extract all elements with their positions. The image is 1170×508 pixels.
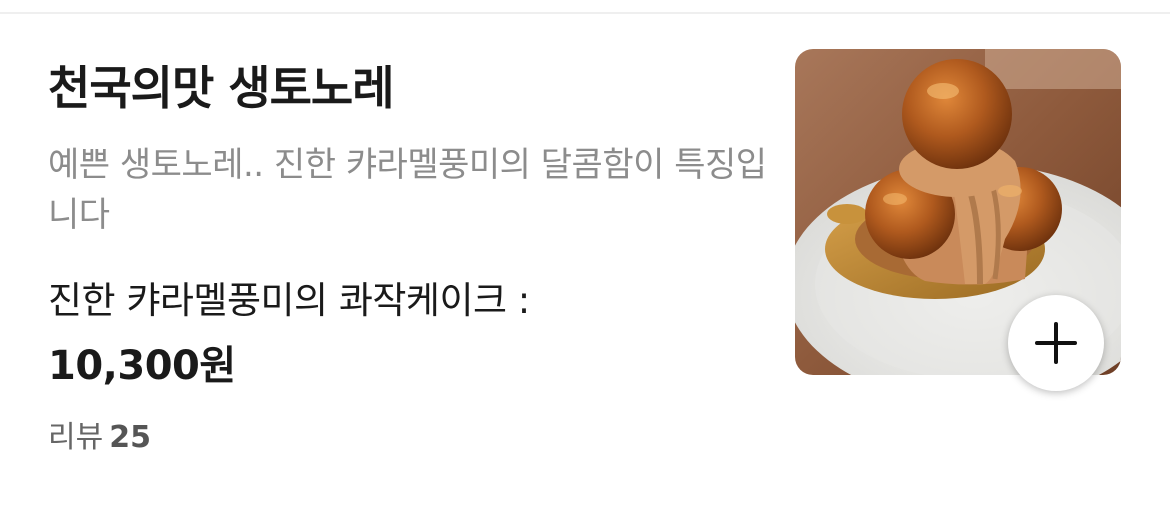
review-label: 리뷰: [48, 420, 104, 455]
add-to-cart-button[interactable]: [1008, 295, 1104, 391]
review-count: 25: [109, 420, 151, 455]
item-price: 10,300원: [48, 343, 236, 389]
item-description: 예쁜 생토노레.. 진한 캬라멜풍미의 달콤함이 특징입니다: [48, 145, 767, 235]
menu-item-card[interactable]: 천국의맛 생토노레 예쁜 생토노레.. 진한 캬라멜풍미의 달콤함이 특징입니다…: [0, 0, 1170, 508]
item-option-text: 진한 캬라멜풍미의 콰작케이크 :: [48, 279, 530, 322]
review-summary[interactable]: 리뷰 25: [48, 418, 151, 458]
plus-icon: [1035, 322, 1077, 364]
item-title: 천국의맛 생토노레: [48, 61, 395, 115]
